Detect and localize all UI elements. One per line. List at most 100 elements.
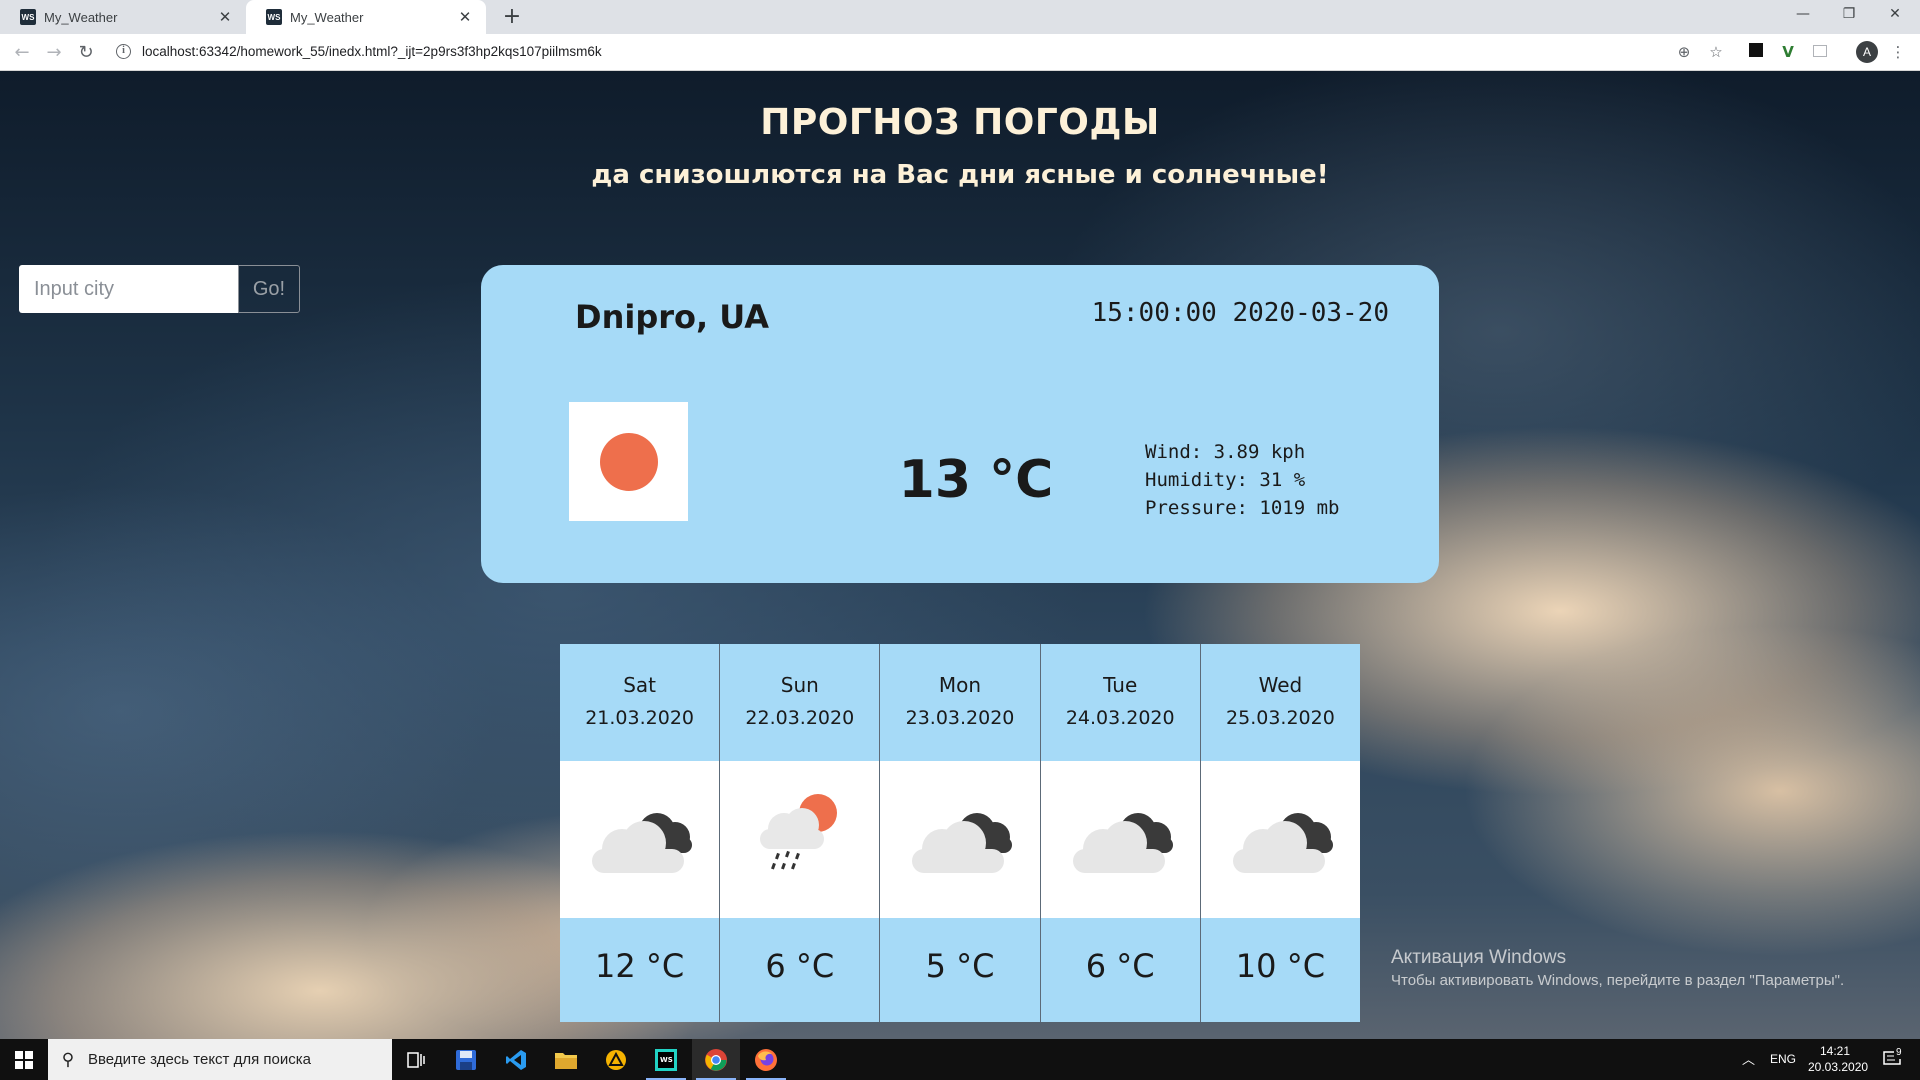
current-temperature: 13 °C xyxy=(898,450,1054,510)
profile-avatar[interactable]: A xyxy=(1856,41,1878,63)
webstorm-favicon-icon: WS xyxy=(20,9,36,25)
browser-tab[interactable]: WS My_Weather ✕ xyxy=(0,0,246,34)
watermark-text: Чтобы активировать Windows, перейдите в … xyxy=(1391,972,1845,989)
forecast-day-header: Sun 22.03.2020 xyxy=(720,644,880,761)
browser-toolbar: ← → ↻ i localhost:63342/homework_55/ined… xyxy=(0,34,1920,71)
file-explorer-app-icon[interactable] xyxy=(542,1039,590,1080)
zoom-icon[interactable]: ⊕ xyxy=(1672,40,1696,64)
forecast-day: Sun 22.03.2020 6 °C xyxy=(720,644,880,1022)
forecast-day: Wed 25.03.2020 10 °C xyxy=(1200,644,1361,1022)
city-input[interactable] xyxy=(19,265,238,313)
minimize-icon[interactable]: — xyxy=(1780,0,1826,30)
forecast-day-header: Wed 25.03.2020 xyxy=(1200,644,1361,761)
vscode-app-icon[interactable] xyxy=(492,1039,540,1080)
window-close-icon[interactable]: ✕ xyxy=(1872,0,1918,30)
task-view-icon[interactable] xyxy=(392,1039,440,1080)
dark-clouds-icon xyxy=(1072,813,1173,873)
forecast-day-temp: 5 °C xyxy=(880,918,1040,1022)
notification-center-icon[interactable]: 9 xyxy=(1878,1039,1908,1080)
sun-icon xyxy=(600,433,658,491)
tab-title: My_Weather xyxy=(44,9,118,25)
tab-close-icon[interactable]: ✕ xyxy=(456,8,474,26)
city-search-form: Go! xyxy=(19,265,300,313)
watermark-title: Активация Windows xyxy=(1391,947,1567,968)
forecast-day-name: Wed xyxy=(1258,673,1303,697)
warning-app-icon[interactable] xyxy=(592,1039,640,1080)
forecast-day-temp: 10 °C xyxy=(1200,918,1361,1022)
forecast-day: Mon 23.03.2020 5 °C xyxy=(880,644,1040,1022)
tray-chevron-icon[interactable]: ︿ xyxy=(1742,1039,1755,1080)
clock-date: 20.03.2020 xyxy=(1808,1060,1869,1074)
wind-value: Wind: 3.89 kph xyxy=(1145,441,1306,463)
forecast-day-name: Tue xyxy=(1103,673,1138,697)
browser-tab-active[interactable]: WS My_Weather ✕ xyxy=(246,0,486,34)
sun-rain-cloud-icon xyxy=(760,794,838,870)
forecast-day-date: 22.03.2020 xyxy=(745,707,855,729)
windows-logo-icon xyxy=(15,1051,23,1059)
forecast-day-temp: 6 °C xyxy=(720,918,880,1022)
forecast-icon-cell xyxy=(720,761,880,918)
forecast-day-date: 21.03.2020 xyxy=(585,707,694,729)
webstorm-favicon-icon: WS xyxy=(266,9,282,25)
chrome-app-icon[interactable] xyxy=(692,1039,740,1080)
forecast-day-name: Sat xyxy=(623,673,656,697)
forecast-icon-cell xyxy=(1040,761,1200,918)
taskbar-search-placeholder: Введите здесь текст для поиска xyxy=(88,1051,311,1068)
extension-jetbrains-icon[interactable] xyxy=(1744,40,1768,64)
humidity-value: Humidity: 31 % xyxy=(1145,469,1306,491)
forecast-icon-cell xyxy=(1200,761,1361,918)
forecast-day-header: Mon 23.03.2020 xyxy=(880,644,1040,761)
forecast-day-temp: 6 °C xyxy=(1040,918,1200,1022)
site-info-icon[interactable]: i xyxy=(116,44,131,59)
reload-icon[interactable]: ↻ xyxy=(72,39,100,67)
forward-icon[interactable]: → xyxy=(40,39,68,67)
go-button[interactable]: Go! xyxy=(238,265,300,313)
extension-vue-icon[interactable]: V xyxy=(1776,40,1800,64)
input-language[interactable]: ENG xyxy=(1770,1039,1796,1080)
weather-details: Wind: 3.89 kph Humidity: 31 % Pressure: … xyxy=(1145,438,1339,522)
extension-blank-icon[interactable] xyxy=(1808,40,1832,64)
address-input[interactable]: localhost:63342/homework_55/inedx.html?_… xyxy=(142,36,602,68)
tab-close-icon[interactable]: ✕ xyxy=(216,8,234,26)
windows-taskbar: ⚲ Введите здесь текст для поиска WS ︿ EN… xyxy=(0,1039,1920,1080)
search-icon: ⚲ xyxy=(61,1049,75,1070)
browser-tab-bar: WS My_Weather ✕ WS My_Weather ✕ + — ❐ ✕ xyxy=(0,0,1920,34)
menu-kebab-icon[interactable]: ⋮ xyxy=(1886,40,1910,64)
save-floppy-app-icon[interactable] xyxy=(442,1039,490,1080)
forecast-day-date: 23.03.2020 xyxy=(905,707,1015,729)
windows-activation-watermark: Активация Windows Чтобы активировать Win… xyxy=(1391,947,1844,989)
forecast-day-header: Tue 24.03.2020 xyxy=(1040,644,1200,761)
current-weather-card: Dnipro, UA 15:00:00 2020-03-20 13 °C Win… xyxy=(481,265,1439,583)
dark-clouds-icon xyxy=(1232,813,1333,873)
current-weather-icon-box xyxy=(569,402,688,521)
dark-clouds-icon xyxy=(912,813,1013,873)
taskbar-search-box[interactable]: ⚲ Введите здесь текст для поиска xyxy=(48,1039,392,1080)
forecast-day-name: Mon xyxy=(938,673,982,697)
webstorm-app-icon[interactable]: WS xyxy=(642,1039,690,1080)
forecast-icon-cell xyxy=(880,761,1040,918)
new-tab-button[interactable]: + xyxy=(498,4,526,30)
city-name: Dnipro, UA xyxy=(575,298,770,336)
dark-clouds-icon xyxy=(592,813,692,873)
forecast-day-header: Sat 21.03.2020 xyxy=(560,644,720,761)
page-subtitle: да снизошлются на Вас дни ясные и солнеч… xyxy=(591,160,1329,190)
forecast-day-date: 25.03.2020 xyxy=(1226,707,1335,729)
tab-title: My_Weather xyxy=(290,9,364,25)
page-title: ПРОГНОЗ ПОГОДЫ xyxy=(760,102,1160,143)
forecast-day: Tue 24.03.2020 6 °C xyxy=(1040,644,1200,1022)
firefox-app-icon[interactable] xyxy=(742,1039,790,1080)
windows-start-button[interactable] xyxy=(0,1039,48,1080)
restore-icon[interactable]: ❐ xyxy=(1826,0,1872,30)
forecast-day-name: Sun xyxy=(780,673,819,697)
bookmark-star-icon[interactable]: ☆ xyxy=(1704,40,1728,64)
notification-count-badge: 9 xyxy=(1894,1047,1904,1059)
forecast-day: Sat 21.03.2020 12 °C xyxy=(560,644,720,1022)
forecast-strip: Sat 21.03.2020 12 °C Sun 22.03.2020 6 °C… xyxy=(560,644,1361,1022)
forecast-day-temp: 12 °C xyxy=(560,918,720,1022)
pressure-value: Pressure: 1019 mb xyxy=(1145,497,1340,519)
clock-time: 14:21 xyxy=(1819,1044,1851,1058)
taskbar-clock[interactable]: 14:21 20.03.2020 xyxy=(1808,1043,1869,1075)
svg-text:WS: WS xyxy=(660,1056,673,1064)
forecast-icon-cell xyxy=(560,761,720,918)
back-icon[interactable]: ← xyxy=(8,39,36,67)
